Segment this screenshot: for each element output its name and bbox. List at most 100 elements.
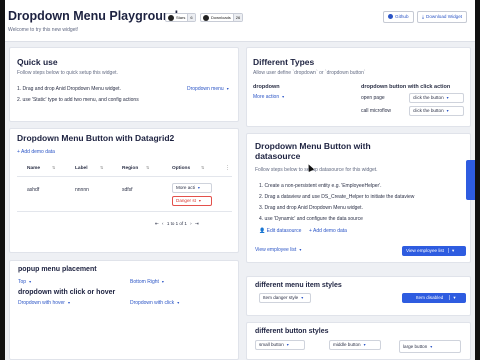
danger-item-dropdown[interactable]: Item danger style ▾	[259, 293, 311, 303]
downloads-badge[interactable]: Downloads 26	[200, 13, 244, 22]
datasource-card: Dropdown Menu Button with datasource Fol…	[246, 133, 471, 263]
datasource-step4: 4. use 'Dynamic' and configure the data …	[259, 216, 363, 222]
sort-icon[interactable]: ⇅	[201, 165, 204, 170]
stars-badge[interactable]: Stars 6	[165, 13, 196, 22]
menu-styles-card: different menu item styles Item danger s…	[246, 276, 471, 316]
menu-styles-title: different menu item styles	[255, 282, 342, 289]
small-button-label: small button	[259, 342, 284, 347]
download-widget-label: Download Widget	[426, 14, 463, 19]
more-actions-dropdown[interactable]: More acti ▾	[172, 183, 212, 193]
view-employee-label: View employee list	[255, 247, 297, 253]
middle-button[interactable]: middle button ▾	[329, 340, 381, 350]
click-button-1-label: click the button	[413, 95, 444, 100]
chevron-down-icon: ▾	[226, 86, 229, 91]
click-dropdown[interactable]: Dropdown with click ▾	[130, 300, 179, 306]
github-button[interactable]: Github	[383, 11, 414, 23]
next-page-icon[interactable]: ›	[190, 221, 192, 226]
chevron-down-icon: ▾	[198, 198, 201, 203]
sort-icon[interactable]: ⇅	[100, 165, 103, 170]
column-header-options[interactable]: Options	[172, 166, 190, 171]
danger-style-dropdown[interactable]: Danger st ▾	[172, 196, 212, 206]
github-icon	[388, 14, 393, 20]
video-frame: Dropdown Menu Playground Welcome to try …	[0, 0, 480, 360]
edit-datasource-label: Edit datasource	[266, 228, 302, 234]
click-dropdown-label: Dropdown with click	[130, 300, 175, 306]
sort-icon[interactable]: ⇅	[52, 165, 55, 170]
datasource-step2: 2. Drag a dataview and use DS_Create_Hel…	[259, 194, 415, 200]
small-button[interactable]: small button ▾	[255, 340, 305, 350]
more-action-dropdown[interactable]: More action ▾	[253, 94, 284, 100]
datagrid-add-demo-label: Add demo data	[21, 149, 55, 155]
datagrid-title: Dropdown Menu Button with Datagrid2	[17, 133, 175, 143]
hover-dropdown[interactable]: Dropdown with hover ▾	[18, 300, 70, 306]
column-selector-icon[interactable]: ⋮	[225, 165, 230, 171]
page-title: Dropdown Menu Playground	[8, 9, 179, 23]
chevron-down-icon: ▾	[282, 94, 285, 99]
column-header-name[interactable]: Name	[27, 166, 40, 171]
column-header-region[interactable]: Region	[122, 166, 138, 171]
view-employee-button[interactable]: View employee list ▾	[402, 246, 466, 256]
more-action-label: More action	[253, 94, 280, 100]
chevron-down-icon: ▾	[446, 95, 449, 100]
column-header-label[interactable]: Label	[75, 166, 88, 171]
item-disabled-button[interactable]: Item disabled ▾	[402, 293, 466, 303]
cell-region: sdfsf	[122, 187, 133, 193]
download-icon: ⤓	[422, 14, 425, 19]
first-page-icon[interactable]: ⇤	[155, 221, 159, 226]
datasource-step1: 1. Create a non-persistent entity e.g. '…	[259, 183, 382, 189]
call-microflow-label: call microflow	[361, 108, 392, 114]
header-bar: Dropdown Menu Playground Welcome to try …	[5, 0, 475, 42]
top-placement-dropdown[interactable]: Top ▾	[18, 279, 31, 285]
view-employee-dropdown[interactable]: View employee list ▾	[255, 247, 301, 253]
chevron-down-icon: ▾	[177, 300, 180, 305]
datasource-add-demo-label: Add demo data	[313, 228, 347, 234]
datasource-title-2: datasource	[255, 151, 301, 161]
quick-use-dropdown-label: Dropdown menu	[187, 86, 224, 92]
bottom-right-dropdown[interactable]: Bottom Right ▾	[130, 279, 164, 285]
popup-card: popup menu placement Top ▾ Bottom Right ▾ …	[9, 260, 239, 360]
middle-button-label: middle button	[333, 342, 361, 347]
types-title: Different Types	[253, 57, 315, 67]
more-actions-label: More acti	[176, 185, 195, 190]
chevron-down-icon: ▾	[286, 342, 289, 347]
header-divider	[17, 176, 232, 177]
quick-use-desc: Follow steps below to quick setup this w…	[17, 70, 118, 76]
datasource-title-1: Dropdown Menu Button with	[255, 141, 371, 151]
chevron-down-icon: ▾	[447, 248, 455, 253]
chevron-down-icon: ▾	[449, 295, 456, 300]
chevron-down-icon: ▾	[67, 300, 70, 305]
download-widget-button[interactable]: ⤓ Download Widget	[417, 11, 468, 23]
chevron-down-icon: ▾	[161, 279, 164, 284]
feedback-tab[interactable]: Feedback	[461, 160, 475, 200]
feedback-label: Feedback	[461, 168, 467, 191]
large-button[interactable]: large button ▾	[399, 340, 461, 353]
datasource-step3: 3. Drag and drop Anid Dropdown Menu widg…	[259, 205, 363, 211]
click-button-dropdown-2[interactable]: click the button ▾	[409, 106, 464, 116]
item-disabled-label: Item disabled	[416, 295, 444, 300]
dropdown-heading: dropdown	[253, 84, 280, 90]
edit-datasource-button[interactable]: 👤 Edit datasource	[259, 228, 301, 234]
click-button-dropdown-1[interactable]: click the button ▾	[409, 93, 464, 103]
dropdown-button-heading: dropdown button with click action	[361, 84, 451, 90]
user-icon: 👤	[259, 228, 266, 234]
letterbox-right	[475, 0, 480, 360]
large-button-label: large button	[403, 344, 428, 349]
quick-use-card: Quick use Follow steps below to quick se…	[9, 47, 239, 122]
datagrid-add-demo-button[interactable]: + Add demo data	[17, 149, 55, 155]
app-window: Dropdown Menu Playground Welcome to try …	[5, 0, 475, 360]
datagrid-card: Dropdown Menu Button with Datagrid2 + Ad…	[9, 128, 239, 253]
last-page-icon[interactable]: ⇥	[195, 221, 199, 226]
datasource-add-demo-button[interactable]: + Add demo data	[309, 228, 347, 234]
quick-use-dropdown[interactable]: Dropdown menu ▾	[187, 86, 229, 92]
chevron-down-icon: ▾	[363, 342, 366, 347]
sort-icon[interactable]: ⇅	[146, 165, 149, 170]
button-styles-card: different button styles small button ▾ mi…	[246, 322, 471, 360]
chevron-down-icon: ▾	[430, 344, 433, 349]
quick-use-step2: 2. use 'Static' type to add two menu, an…	[17, 97, 139, 103]
chevron-down-icon: ▾	[299, 247, 302, 252]
downloads-count: 26	[232, 14, 243, 21]
chevron-down-icon: ▾	[446, 108, 449, 113]
bottom-right-label: Bottom Right	[130, 279, 159, 285]
button-styles-title: different button styles	[255, 328, 329, 335]
prev-page-icon[interactable]: ‹	[162, 221, 164, 226]
